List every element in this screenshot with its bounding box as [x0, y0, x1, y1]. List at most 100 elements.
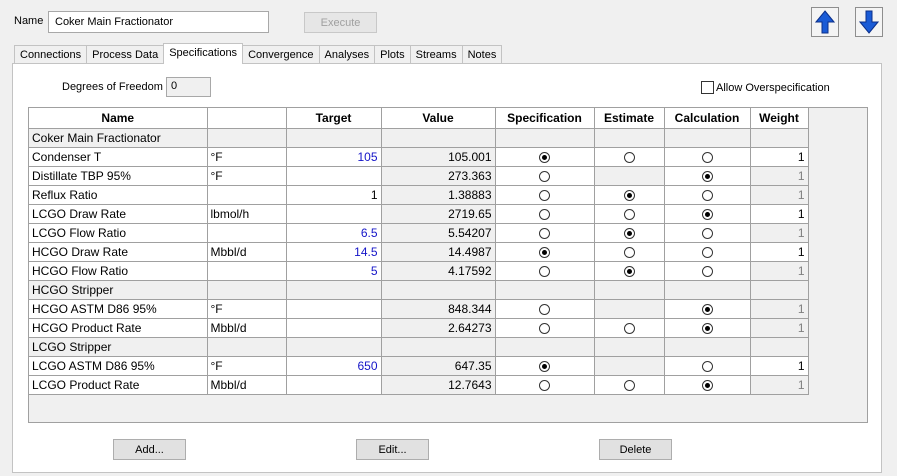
spec-unit-cell[interactable]: °F: [206, 146, 287, 167]
spec-target-cell[interactable]: 105: [285, 146, 382, 167]
calculation-radio[interactable]: [701, 322, 713, 334]
spec-estimate-cell[interactable]: [593, 260, 665, 281]
estimate-radio[interactable]: [623, 189, 635, 201]
calculation-radio[interactable]: [701, 189, 713, 201]
specification-radio[interactable]: [539, 227, 550, 239]
spec-name-cell[interactable]: LCGO Flow Ratio: [29, 222, 208, 243]
spec-unit-cell[interactable]: Mbbl/d: [206, 374, 287, 395]
spec-calculation-cell[interactable]: [663, 184, 751, 205]
move-down-button[interactable]: [855, 7, 883, 37]
spec-name-cell[interactable]: Reflux Ratio: [29, 184, 208, 205]
estimate-radio[interactable]: [623, 379, 635, 391]
calculation-radio[interactable]: [701, 170, 713, 182]
spec-specification-cell[interactable]: [494, 165, 595, 186]
spec-estimate-cell[interactable]: [593, 184, 665, 205]
spec-unit-cell[interactable]: Mbbl/d: [206, 317, 287, 338]
tab-notes[interactable]: Notes: [461, 45, 503, 64]
spec-estimate-cell[interactable]: [593, 317, 665, 338]
spec-unit-cell[interactable]: °F: [206, 165, 287, 186]
spec-target-cell[interactable]: [285, 374, 382, 395]
tab-streams[interactable]: Streams: [409, 45, 463, 64]
estimate-radio[interactable]: [623, 322, 635, 334]
spec-estimate-cell[interactable]: [593, 203, 665, 224]
spec-calculation-cell[interactable]: [663, 374, 751, 395]
spec-calculation-cell[interactable]: [663, 146, 751, 167]
spec-unit-cell[interactable]: [206, 184, 287, 205]
specification-radio[interactable]: [539, 208, 550, 220]
spec-target-cell[interactable]: 6.5: [285, 222, 382, 243]
spec-target-cell[interactable]: [285, 298, 382, 319]
tab-plots[interactable]: Plots: [374, 45, 411, 64]
calculation-radio[interactable]: [701, 208, 713, 220]
spec-weight-cell[interactable]: 1: [749, 241, 809, 262]
spec-unit-cell[interactable]: °F: [206, 298, 287, 319]
spec-target-cell[interactable]: 14.5: [285, 241, 382, 262]
spec-specification-cell[interactable]: [494, 298, 595, 319]
spec-name-cell[interactable]: HCGO Flow Ratio: [29, 260, 208, 281]
specification-radio[interactable]: [539, 360, 550, 372]
specification-radio[interactable]: [539, 170, 550, 182]
spec-specification-cell[interactable]: [494, 241, 595, 262]
spec-target-cell[interactable]: 1: [285, 184, 382, 205]
spec-specification-cell[interactable]: [494, 260, 595, 281]
calculation-radio[interactable]: [701, 379, 713, 391]
spec-calculation-cell[interactable]: [663, 317, 751, 338]
spec-name-cell[interactable]: Condenser T: [29, 146, 208, 167]
spec-name-cell[interactable]: HCGO ASTM D86 95%: [29, 298, 208, 319]
name-input[interactable]: Coker Main Fractionator: [48, 11, 269, 33]
calculation-radio[interactable]: [701, 151, 713, 163]
allow-overspec-checkbox[interactable]: [701, 81, 714, 94]
spec-specification-cell[interactable]: [494, 146, 595, 167]
spec-unit-cell[interactable]: [206, 260, 287, 281]
spec-estimate-cell[interactable]: [593, 222, 665, 243]
calculation-radio[interactable]: [701, 227, 713, 239]
tab-convergence[interactable]: Convergence: [242, 45, 320, 64]
calculation-radio[interactable]: [701, 246, 713, 258]
calculation-radio[interactable]: [701, 360, 713, 372]
spec-unit-cell[interactable]: °F: [206, 355, 287, 376]
specification-radio[interactable]: [539, 265, 550, 277]
spec-target-cell[interactable]: 650: [285, 355, 382, 376]
spec-target-cell[interactable]: 5: [285, 260, 382, 281]
spec-name-cell[interactable]: LCGO Product Rate: [29, 374, 208, 395]
spec-target-cell[interactable]: [285, 317, 382, 338]
estimate-radio[interactable]: [623, 227, 635, 239]
execute-button[interactable]: Execute: [304, 12, 377, 33]
tab-process-data[interactable]: Process Data: [86, 45, 165, 64]
tab-analyses[interactable]: Analyses: [318, 45, 376, 64]
spec-calculation-cell[interactable]: [663, 241, 751, 262]
specification-radio[interactable]: [539, 379, 550, 391]
tab-specifications[interactable]: Specifications: [163, 43, 244, 64]
estimate-radio[interactable]: [623, 246, 635, 258]
spec-target-cell[interactable]: [285, 165, 382, 186]
spec-weight-cell[interactable]: 1: [749, 203, 809, 224]
estimate-radio[interactable]: [623, 208, 635, 220]
spec-specification-cell[interactable]: [494, 355, 595, 376]
spec-calculation-cell[interactable]: [663, 298, 751, 319]
spec-estimate-cell[interactable]: [593, 241, 665, 262]
edit-button[interactable]: Edit...: [356, 439, 429, 460]
spec-weight-cell[interactable]: 1: [749, 146, 809, 167]
spec-calculation-cell[interactable]: [663, 222, 751, 243]
spec-target-cell[interactable]: [285, 203, 382, 224]
spec-specification-cell[interactable]: [494, 203, 595, 224]
spec-estimate-cell[interactable]: [593, 146, 665, 167]
spec-calculation-cell[interactable]: [663, 355, 751, 376]
add-button[interactable]: Add...: [113, 439, 186, 460]
delete-button[interactable]: Delete: [599, 439, 672, 460]
estimate-radio[interactable]: [623, 265, 635, 277]
spec-weight-cell[interactable]: 1: [749, 355, 809, 376]
specification-radio[interactable]: [539, 189, 550, 201]
spec-calculation-cell[interactable]: [663, 165, 751, 186]
specification-radio[interactable]: [539, 303, 550, 315]
spec-unit-cell[interactable]: lbmol/h: [206, 203, 287, 224]
calculation-radio[interactable]: [701, 265, 713, 277]
spec-estimate-cell[interactable]: [593, 374, 665, 395]
spec-name-cell[interactable]: LCGO Draw Rate: [29, 203, 208, 224]
estimate-radio[interactable]: [623, 151, 635, 163]
specification-radio[interactable]: [539, 246, 550, 258]
spec-specification-cell[interactable]: [494, 374, 595, 395]
move-up-button[interactable]: [811, 7, 839, 37]
spec-unit-cell[interactable]: Mbbl/d: [206, 241, 287, 262]
spec-name-cell[interactable]: HCGO Draw Rate: [29, 241, 208, 262]
